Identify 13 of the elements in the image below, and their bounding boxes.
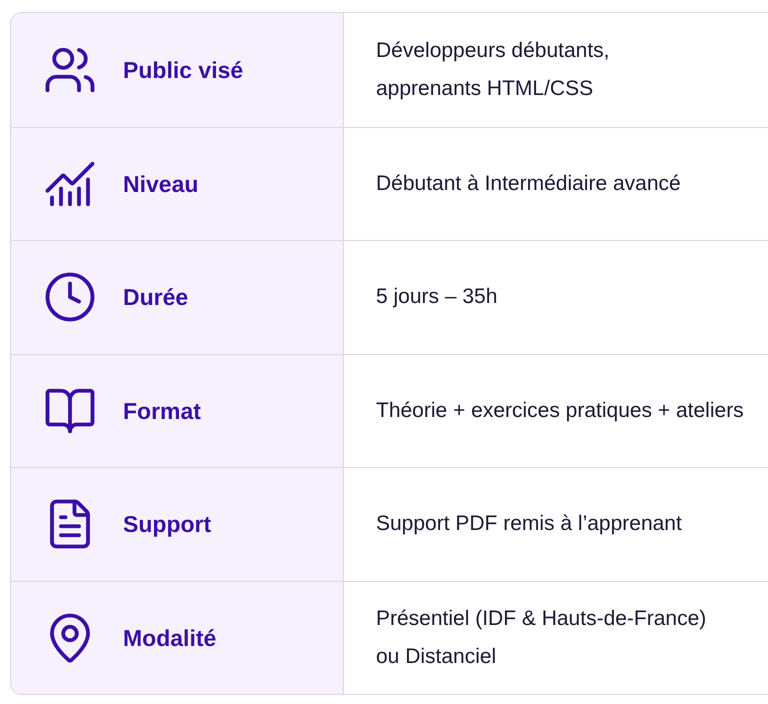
row-label: Format bbox=[123, 396, 201, 426]
row-label: Niveau bbox=[123, 170, 198, 198]
row-value: Développeurs débutants, apprenants HTML/CSS bbox=[376, 38, 610, 102]
row-label: Modalité bbox=[123, 624, 216, 652]
row-label: Support bbox=[123, 510, 212, 539]
row-value: 5 jours – 35h bbox=[376, 284, 498, 310]
row-value: Théorie + exercices pratiques + ateliers bbox=[376, 398, 744, 424]
clock-icon bbox=[43, 270, 97, 324]
row-value: Présentiel (IDF & Hauts-de-France) ou Distanciel bbox=[376, 606, 706, 670]
row-value: Support PDF remis à l’apprenant bbox=[376, 511, 682, 538]
row-label: Public visé bbox=[123, 56, 244, 84]
row-label: Durée bbox=[123, 283, 188, 312]
row-value: Débutant à Intermédiaire avancé bbox=[376, 170, 681, 197]
